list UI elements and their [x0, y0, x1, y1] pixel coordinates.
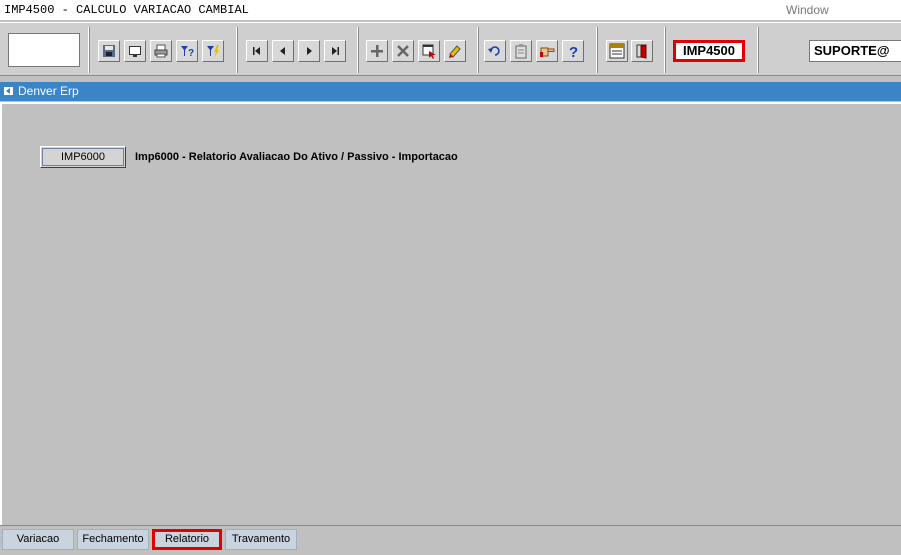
last-record-icon: [332, 47, 339, 55]
report-button[interactable]: IMP6000: [40, 146, 126, 168]
content-panel: [0, 102, 901, 525]
help-button[interactable]: ?: [562, 40, 584, 62]
report-description: Imp6000 - Relatorio Avaliacao Do Ativo /…: [135, 151, 458, 163]
toolbar-separator: [596, 27, 598, 73]
save-button[interactable]: [98, 40, 120, 62]
undo-icon: [488, 46, 500, 56]
exit-button[interactable]: [631, 40, 653, 62]
user-field: SUPORTE@: [809, 40, 901, 62]
next-record-icon: [307, 47, 312, 55]
print-icon: [154, 44, 168, 58]
print-button[interactable]: [150, 40, 172, 62]
frame-title-bar: Denver Erp: [0, 82, 901, 101]
next-record-button[interactable]: [298, 40, 320, 62]
edit-button[interactable]: [444, 40, 466, 62]
pointing-hand-icon: [540, 47, 555, 57]
insert-record-icon: [371, 45, 383, 57]
toolbar-separator: [757, 27, 759, 73]
tab-variacao[interactable]: Variacao: [2, 529, 74, 550]
menu-button[interactable]: [606, 40, 628, 62]
menu-icon: [609, 43, 625, 59]
execute-query-button[interactable]: [202, 40, 224, 62]
delete-record-icon: [397, 45, 409, 57]
previous-record-button[interactable]: [272, 40, 294, 62]
clipboard-icon: [515, 44, 527, 59]
help-icon: ?: [569, 44, 578, 59]
tab-travamento[interactable]: Travamento: [225, 529, 297, 550]
frame-title: Denver Erp: [18, 84, 79, 98]
tab-bar: Variacao Fechamento Relatorio Travamento: [0, 525, 901, 555]
insert-record-button[interactable]: [366, 40, 388, 62]
window-title: IMP4500 - CALCULO VARIACAO CAMBIAL: [4, 3, 249, 17]
go-button[interactable]: [536, 40, 558, 62]
monitor-icon: [129, 46, 141, 57]
frame-icon: [4, 87, 13, 95]
window-title-bar: IMP4500 - CALCULO VARIACAO CAMBIAL Windo…: [0, 0, 901, 20]
enter-query-button[interactable]: ?: [176, 40, 198, 62]
form-code: IMP4500: [673, 40, 745, 62]
delete-record-button[interactable]: [392, 40, 414, 62]
first-record-button[interactable]: [246, 40, 268, 62]
toolbar-separator: [88, 27, 90, 73]
lov-icon: [422, 44, 436, 59]
svg-text:?: ?: [188, 48, 194, 59]
save-icon: [103, 45, 115, 57]
toolbar-separator: [664, 27, 666, 73]
toolbar-separator: [357, 27, 359, 73]
blank-field: [8, 33, 80, 67]
toolbar: ? ? IMP4500 SUPORTE@: [0, 22, 901, 76]
query-execute-icon: [207, 45, 219, 58]
clipboard-button[interactable]: [510, 40, 532, 62]
svg-text:?: ?: [569, 44, 578, 59]
undo-button[interactable]: [484, 40, 506, 62]
first-record-icon: [253, 47, 260, 55]
exit-icon: [636, 44, 647, 59]
monitor-button[interactable]: [124, 40, 146, 62]
tab-fechamento[interactable]: Fechamento: [77, 529, 149, 550]
list-of-values-button[interactable]: [418, 40, 440, 62]
edit-icon: [449, 45, 461, 58]
toolbar-separator: [477, 27, 479, 73]
window-menu[interactable]: Window: [786, 3, 829, 17]
tab-relatorio[interactable]: Relatorio: [152, 529, 222, 550]
last-record-button[interactable]: [324, 40, 346, 62]
toolbar-separator: [236, 27, 238, 73]
query-enter-icon: ?: [181, 46, 194, 59]
previous-record-icon: [280, 47, 285, 55]
